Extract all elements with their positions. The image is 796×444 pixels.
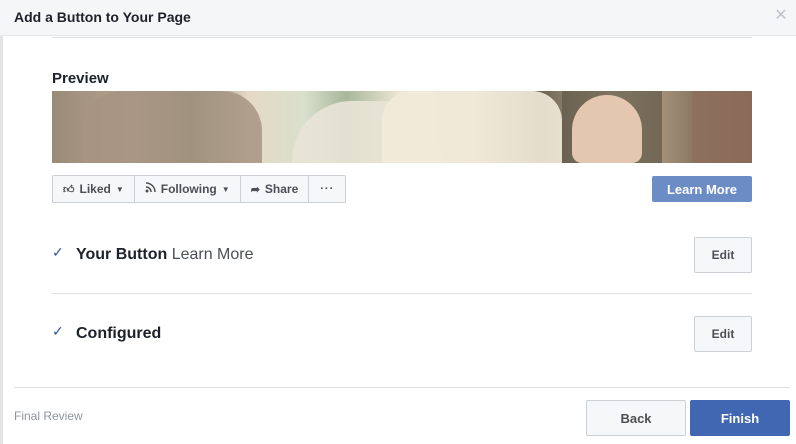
liked-label: Liked	[79, 182, 111, 196]
dialog-title: Add a Button to Your Page	[14, 9, 191, 25]
left-edge-shadow	[0, 36, 3, 444]
step-your-button: ✓ Your Button Learn More Edit	[52, 237, 752, 273]
step-text: Configured	[76, 325, 161, 343]
learn-more-button[interactable]: Learn More	[652, 176, 752, 202]
close-icon[interactable]: ✕	[774, 8, 788, 24]
step-detail: Learn More	[171, 246, 254, 263]
finish-button[interactable]: Finish	[690, 400, 790, 436]
add-button-dialog: Add a Button to Your Page ✕ Preview 👍︎ L…	[0, 0, 796, 444]
following-button[interactable]: Following ▼	[135, 176, 241, 202]
share-label: Share	[264, 182, 299, 196]
step-title: Your Button	[76, 246, 168, 263]
chevron-down-icon: ▼	[221, 184, 230, 194]
footer-divider	[14, 387, 790, 388]
page-action-bar: 👍︎ Liked ▼ Following ▼ ➦ Share ···	[52, 175, 347, 203]
edit-button[interactable]: Edit	[694, 316, 752, 352]
edit-button[interactable]: Edit	[694, 237, 752, 273]
share-arrow-icon: ➦	[250, 183, 260, 196]
step-configured: ✓ Configured Edit	[52, 316, 752, 352]
top-divider	[52, 37, 752, 38]
share-button[interactable]: ➦ Share	[241, 176, 310, 202]
thumbs-up-icon: 👍︎	[63, 183, 75, 196]
step-text: Your Button Learn More	[76, 246, 254, 264]
check-icon: ✓	[52, 323, 64, 339]
liked-button[interactable]: 👍︎ Liked ▼	[53, 176, 135, 202]
following-label: Following	[160, 182, 217, 196]
dialog-header: Add a Button to Your Page ✕	[0, 0, 796, 36]
chevron-down-icon: ▼	[115, 184, 124, 194]
back-button[interactable]: Back	[586, 400, 686, 436]
more-icon: ···	[320, 183, 335, 195]
dialog-content: Preview 👍︎ Liked ▼ Following ▼ ➦ Share ·…	[52, 37, 752, 387]
check-icon: ✓	[52, 244, 64, 260]
footer-step-label: Final Review	[14, 409, 83, 423]
rss-icon	[145, 182, 156, 196]
step-divider	[52, 293, 752, 294]
more-button[interactable]: ···	[309, 176, 345, 202]
cover-photo	[52, 91, 752, 163]
step-title: Configured	[76, 325, 162, 342]
preview-label: Preview	[52, 70, 109, 87]
